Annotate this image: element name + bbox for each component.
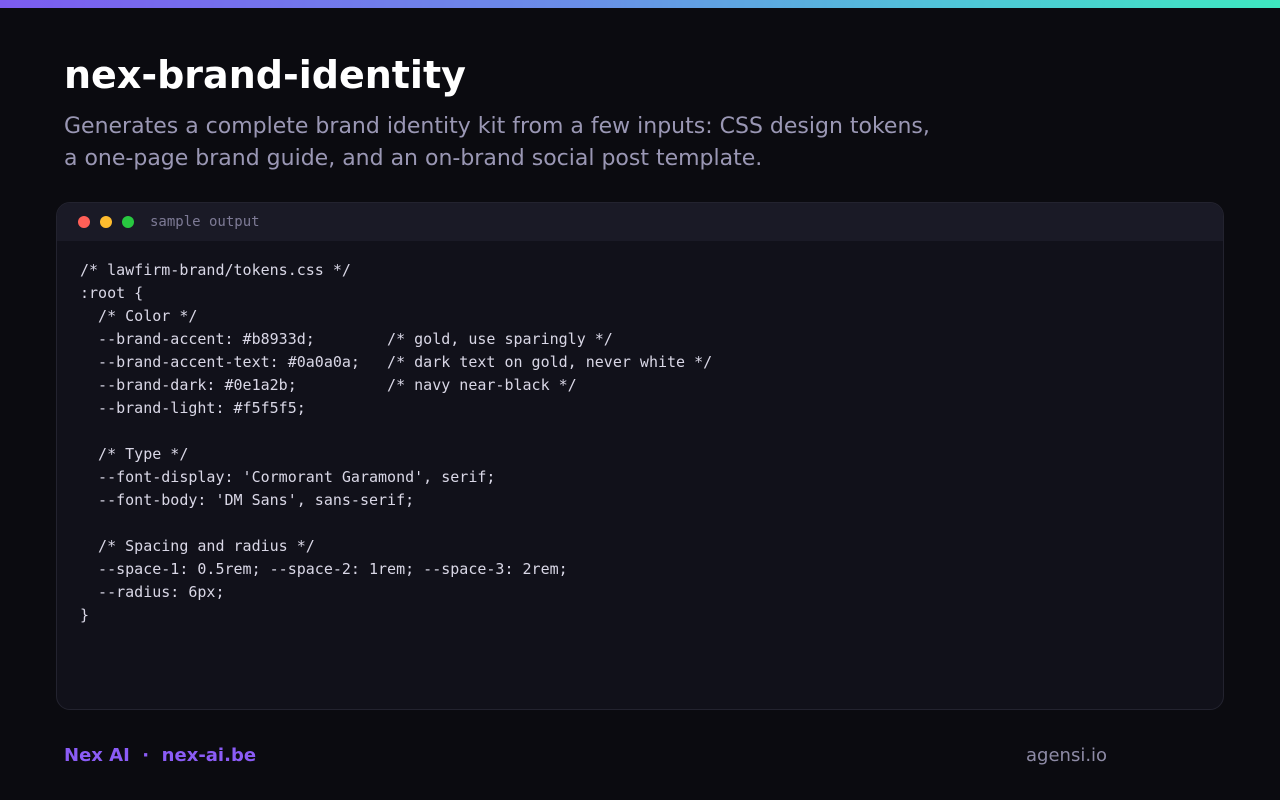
code-line: :root { [80,284,144,302]
code-line: /* Color */ [80,307,198,325]
sample-output-window: sample output /* lawfirm-brand/tokens.cs… [56,202,1224,710]
minimize-dot-icon [100,216,112,228]
page-title: nex-brand-identity [64,53,466,97]
code-line: --space-1: 0.5rem; --space-2: 1rem; --sp… [80,560,568,578]
code-line: /* Type */ [80,445,189,463]
footer-brand-link[interactable]: Nex AI · nex-ai.be [64,744,256,768]
window-titlebar: sample output [57,203,1223,241]
code-line: --brand-dark: #0e1a2b; /* navy near-blac… [80,376,577,394]
code-line: /* lawfirm-brand/tokens.css */ [80,261,351,279]
gradient-accent-bar [0,0,1280,8]
code-line: --font-display: 'Cormorant Garamond', se… [80,468,496,486]
code-line: --brand-accent: #b8933d; /* gold, use sp… [80,330,613,348]
maximize-dot-icon [122,216,134,228]
page-description: Generates a complete brand identity kit … [64,114,930,171]
window-label: sample output [150,214,260,230]
code-line: } [80,606,90,624]
code-line: /* Spacing and radius */ [80,537,315,555]
code-block: /* lawfirm-brand/tokens.css */ :root { /… [80,259,712,627]
close-dot-icon [78,216,90,228]
code-line: --brand-accent-text: #0a0a0a; /* dark te… [80,353,713,371]
footer-site-link[interactable]: agensi.io [1026,744,1107,768]
code-line: --radius: 6px; [80,583,225,601]
code-line: --brand-light: #f5f5f5; [80,399,306,417]
code-line: --font-body: 'DM Sans', sans-serif; [80,491,415,509]
